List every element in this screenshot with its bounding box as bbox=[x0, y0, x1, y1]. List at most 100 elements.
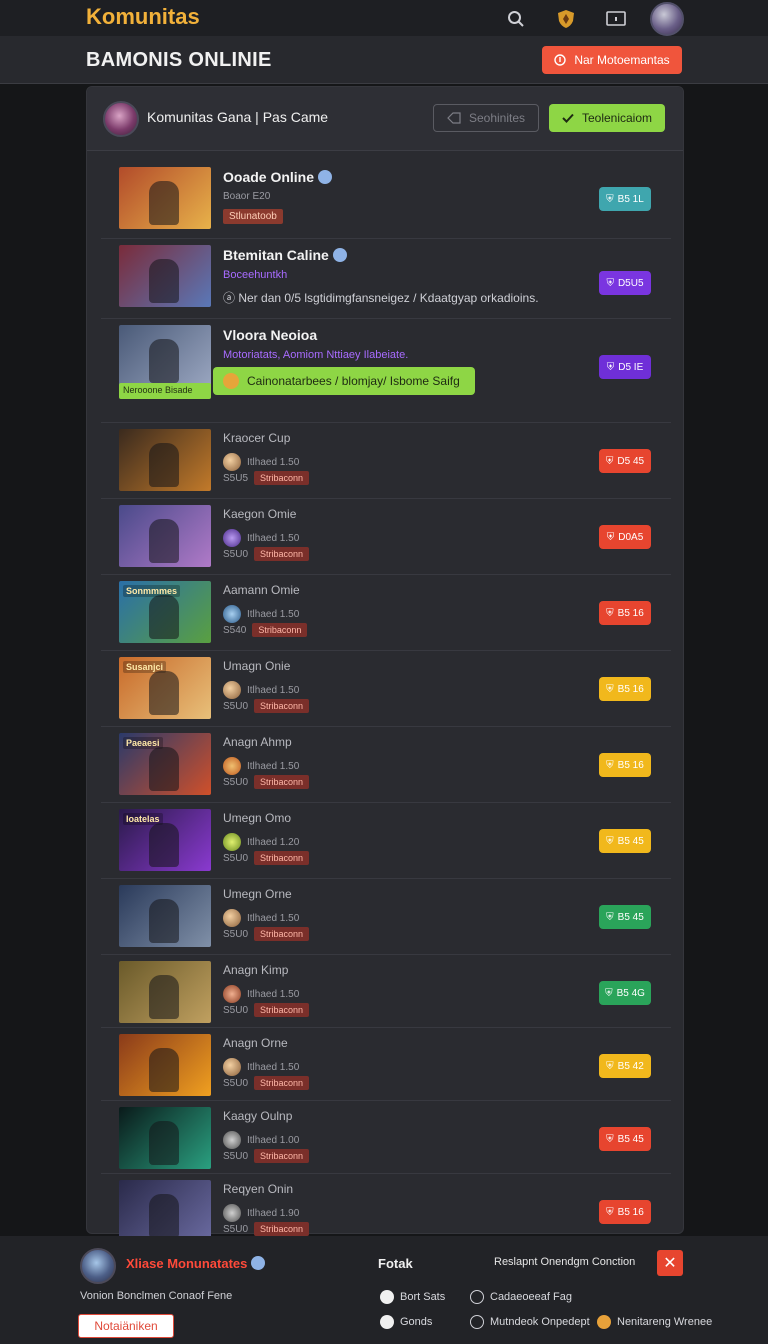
header-cta-label: Nar Motoemantas bbox=[574, 53, 670, 67]
close-icon[interactable]: ✕ bbox=[657, 1250, 683, 1276]
game-row[interactable]: Kaegon Omie Itlhaed 1.50 S5U0 Stribaconn … bbox=[101, 499, 671, 575]
game-row[interactable]: Anagn Orne Itlhaed 1.50 S5U0 Stribaconn ⛨… bbox=[101, 1028, 671, 1101]
game-thumbnail[interactable] bbox=[119, 1034, 211, 1096]
shield-icon: ⛨ bbox=[606, 531, 615, 543]
top-bar: Komunitas bbox=[0, 0, 768, 36]
game-row[interactable]: Kaagy Oulnp Itlhaed 1.00 S5U0 Stribaconn … bbox=[101, 1101, 671, 1174]
price-badge[interactable]: ⛨ D0A5 bbox=[599, 525, 651, 549]
game-chip-row: S5U0 Stribaconn bbox=[223, 927, 310, 941]
footer-action-button[interactable]: Notaiäniken bbox=[78, 1314, 174, 1338]
community-avatar[interactable] bbox=[103, 101, 139, 137]
game-thumbnail[interactable] bbox=[119, 325, 211, 387]
game-thumbnail[interactable] bbox=[119, 1107, 211, 1169]
price-badge[interactable]: ⛨ B5 16 bbox=[599, 753, 651, 777]
status-chip: Stribaconn bbox=[252, 623, 308, 637]
footer: Xliase Monunatates Vonion Bonclmen Conao… bbox=[0, 1236, 768, 1344]
shield-icon: ⛨ bbox=[605, 987, 613, 999]
game-row[interactable]: Sonmmmes Aamann Omie Itlhaed 1.50 S540 St… bbox=[101, 575, 671, 651]
price-badge[interactable]: ⛨ D5U5 bbox=[599, 271, 651, 295]
game-thumbnail[interactable]: Paeaesi bbox=[119, 733, 211, 795]
game-thumbnail[interactable] bbox=[119, 961, 211, 1023]
price-badge[interactable]: ⛨ B5 1L bbox=[599, 187, 651, 211]
price-badge[interactable]: ⛨ B5 4G bbox=[599, 981, 651, 1005]
game-row[interactable]: Paeaesi Anagn Ahmp Itlhaed 1.50 S5U0 Stri… bbox=[101, 727, 671, 803]
game-row[interactable]: Anagn Kimp Itlhaed 1.50 S5U0 Stribaconn ⛨… bbox=[101, 955, 671, 1028]
player-avatar bbox=[223, 1204, 241, 1222]
game-thumbnail[interactable]: Sonmmmes bbox=[119, 581, 211, 643]
game-thumbnail[interactable] bbox=[119, 1180, 211, 1242]
shield-icon: ⛨ bbox=[605, 455, 614, 467]
game-thumbnail[interactable] bbox=[119, 429, 211, 491]
promo-banner[interactable]: Cainonatarbees / blomjay/ Isbome Saifg bbox=[213, 367, 475, 395]
footer-avatar[interactable] bbox=[80, 1248, 116, 1284]
game-thumbnail[interactable] bbox=[119, 167, 211, 229]
check-icon bbox=[562, 113, 574, 123]
game-meta: Itlhaed 1.50 bbox=[223, 757, 299, 775]
status-chip: Stribaconn bbox=[254, 1149, 310, 1163]
footer-link[interactable]: Nenitareng Wrenee bbox=[597, 1315, 712, 1329]
status-chip: Stribaconn bbox=[254, 1003, 310, 1017]
game-note: ⓐ Ner dan 0/5 lsgtidimgfansneigez / Kdaa… bbox=[223, 291, 539, 305]
user-avatar[interactable] bbox=[650, 2, 684, 36]
at-icon: ⓐ bbox=[223, 291, 239, 305]
player-avatar bbox=[223, 681, 241, 699]
shield-icon: ⛨ bbox=[606, 911, 614, 923]
search-icon[interactable] bbox=[500, 3, 532, 35]
game-thumbnail[interactable] bbox=[119, 885, 211, 947]
top-icons bbox=[500, 2, 684, 36]
game-row[interactable]: Kraocer Cup Itlhaed 1.50 S5U5 Stribaconn … bbox=[101, 423, 671, 499]
game-thumbnail[interactable]: Susanjci bbox=[119, 657, 211, 719]
price-badge[interactable]: ⛨ B5 45 bbox=[599, 829, 651, 853]
brand-logo[interactable]: Komunitas bbox=[86, 4, 200, 30]
footer-link[interactable]: Cadaeoeeaf Fag bbox=[470, 1290, 572, 1304]
monitor-icon[interactable] bbox=[600, 3, 632, 35]
game-title: Vloora Neoioa bbox=[223, 327, 318, 343]
game-tag: Nerooone Bisade bbox=[119, 383, 211, 399]
price-badge[interactable]: ⛨ B5 16 bbox=[599, 677, 651, 701]
game-row[interactable]: Umegn Orne Itlhaed 1.50 S5U0 Stribaconn ⛨… bbox=[101, 879, 671, 955]
price-badge[interactable]: ⛨ B5 45 bbox=[599, 1127, 651, 1151]
player-avatar bbox=[223, 1131, 241, 1149]
shield-icon[interactable] bbox=[550, 3, 582, 35]
shield-icon: ⛨ bbox=[606, 277, 614, 289]
game-row[interactable]: Susanjci Umagn Onie Itlhaed 1.50 S5U0 Str… bbox=[101, 651, 671, 727]
header-cta-button[interactable]: Nar Motoemantas bbox=[542, 46, 682, 74]
game-meta: Itlhaed 1.50 bbox=[223, 605, 299, 623]
footer-link[interactable]: Bort Sats bbox=[380, 1290, 445, 1304]
game-row[interactable]: Ooade Online Boaor E20 Stlunatoob ⛨ B5 1… bbox=[101, 161, 671, 239]
game-thumbnail[interactable]: Ioatelas bbox=[119, 809, 211, 871]
game-thumbnail[interactable] bbox=[119, 505, 211, 567]
coin-icon bbox=[597, 1315, 611, 1329]
player-avatar bbox=[223, 1058, 241, 1076]
player-avatar bbox=[223, 833, 241, 851]
price-badge[interactable]: ⛨ B5 16 bbox=[599, 1200, 651, 1224]
shield-icon: ⛨ bbox=[606, 835, 614, 847]
footer-link[interactable]: Gonds bbox=[380, 1315, 432, 1329]
price-badge-label: B5 45 bbox=[617, 835, 644, 847]
price-badge-label: B5 45 bbox=[617, 911, 644, 923]
price-badge-label: B5 4G bbox=[616, 987, 645, 999]
status-chip: Stribaconn bbox=[254, 927, 310, 941]
game-chip-row: S5U0 Stribaconn bbox=[223, 1076, 310, 1090]
game-row[interactable]: Ioatelas Umegn Omo Itlhaed 1.20 S5U0 Stri… bbox=[101, 803, 671, 879]
game-list: Ooade Online Boaor E20 Stlunatoob ⛨ B5 1… bbox=[101, 161, 671, 1247]
game-title: Ooade Online bbox=[223, 169, 333, 185]
price-badge[interactable]: ⛨ D5 45 bbox=[599, 449, 651, 473]
game-thumbnail[interactable] bbox=[119, 245, 211, 307]
footer-link[interactable]: Mutndeok Onpedept bbox=[470, 1315, 590, 1329]
price-badge[interactable]: ⛨ D5 IE bbox=[599, 355, 651, 379]
player-avatar bbox=[223, 605, 241, 623]
price-badge[interactable]: ⛨ B5 16 bbox=[599, 601, 651, 625]
game-meta: Itlhaed 1.50 bbox=[223, 529, 299, 547]
status-chip: Stribaconn bbox=[254, 471, 310, 485]
shield-icon: ⛨ bbox=[606, 683, 614, 695]
status-chip: Stribaconn bbox=[254, 1076, 310, 1090]
secondary-button[interactable]: Seohinites bbox=[433, 104, 539, 132]
game-row[interactable]: Nerooone Bisade Vloora Neoioa Motoriatat… bbox=[101, 319, 671, 423]
price-badge-label: D0A5 bbox=[618, 531, 644, 543]
game-chip-row: S5U0 Stribaconn bbox=[223, 699, 310, 713]
price-badge[interactable]: ⛨ B5 45 bbox=[599, 905, 651, 929]
primary-button[interactable]: Teolenicaiom bbox=[549, 104, 665, 132]
game-row[interactable]: Btemitan Caline Boceehuntkh ⓐ Ner dan 0/… bbox=[101, 239, 671, 319]
price-badge[interactable]: ⛨ B5 42 bbox=[599, 1054, 651, 1078]
